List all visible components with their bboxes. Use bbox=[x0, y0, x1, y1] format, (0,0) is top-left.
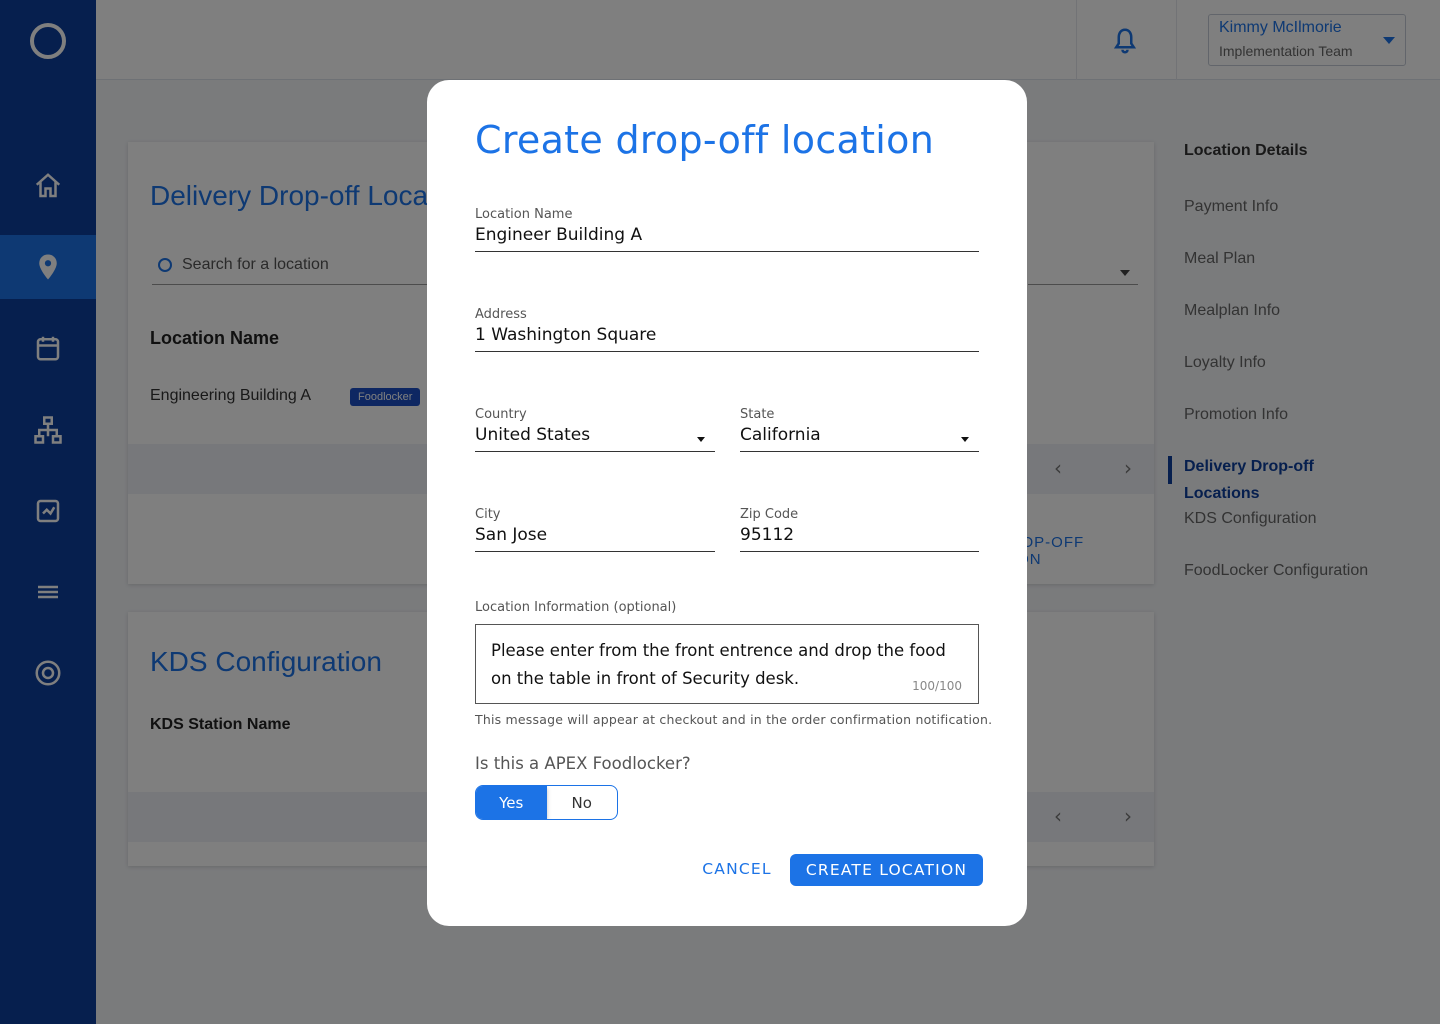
field-label: Country bbox=[475, 407, 527, 422]
address-input[interactable]: 1 Washington Square bbox=[475, 325, 979, 349]
location-info-hint: This message will appear at checkout and… bbox=[475, 712, 993, 727]
dialog-title: Create drop-off location bbox=[475, 118, 935, 162]
field-underline bbox=[475, 451, 715, 452]
chevron-down-icon[interactable] bbox=[961, 437, 969, 442]
state-select[interactable]: State California bbox=[740, 407, 979, 452]
cancel-button[interactable]: CANCEL bbox=[697, 860, 777, 884]
location-info-text: Please enter from the front entrence and… bbox=[491, 641, 946, 688]
location-name-field[interactable]: Location Name Engineer Building A bbox=[475, 207, 979, 252]
address-field[interactable]: Address 1 Washington Square bbox=[475, 307, 979, 352]
location-name-input[interactable]: Engineer Building A bbox=[475, 225, 979, 249]
field-underline bbox=[475, 551, 715, 552]
chevron-down-icon[interactable] bbox=[697, 437, 705, 442]
zip-input[interactable]: 95112 bbox=[740, 525, 979, 549]
toggle-yes-button[interactable]: Yes bbox=[476, 786, 547, 819]
foodlocker-question: Is this a APEX Foodlocker? bbox=[475, 754, 691, 773]
field-underline bbox=[475, 251, 979, 252]
create-location-dialog: Create drop-off location Location Name E… bbox=[427, 80, 1027, 926]
field-underline bbox=[475, 351, 979, 352]
field-label: State bbox=[740, 407, 775, 422]
location-info-label: Location Information (optional) bbox=[475, 600, 677, 615]
field-label: Address bbox=[475, 307, 527, 322]
country-value[interactable]: United States bbox=[475, 425, 715, 449]
foodlocker-toggle[interactable]: Yes No bbox=[475, 785, 618, 820]
country-select[interactable]: Country United States bbox=[475, 407, 715, 452]
toggle-no-button[interactable]: No bbox=[547, 786, 618, 819]
field-label: City bbox=[475, 507, 501, 522]
city-input[interactable]: San Jose bbox=[475, 525, 715, 549]
state-value[interactable]: California bbox=[740, 425, 979, 449]
zip-field[interactable]: Zip Code 95112 bbox=[740, 507, 979, 552]
field-underline bbox=[740, 551, 979, 552]
field-label: Location Name bbox=[475, 207, 573, 222]
create-location-button[interactable]: CREATE LOCATION bbox=[790, 854, 983, 886]
city-field[interactable]: City San Jose bbox=[475, 507, 715, 552]
field-label: Zip Code bbox=[740, 507, 799, 522]
character-counter: 100/100 bbox=[912, 679, 962, 693]
field-underline bbox=[740, 451, 979, 452]
location-info-textarea[interactable]: Please enter from the front entrence and… bbox=[475, 624, 979, 704]
